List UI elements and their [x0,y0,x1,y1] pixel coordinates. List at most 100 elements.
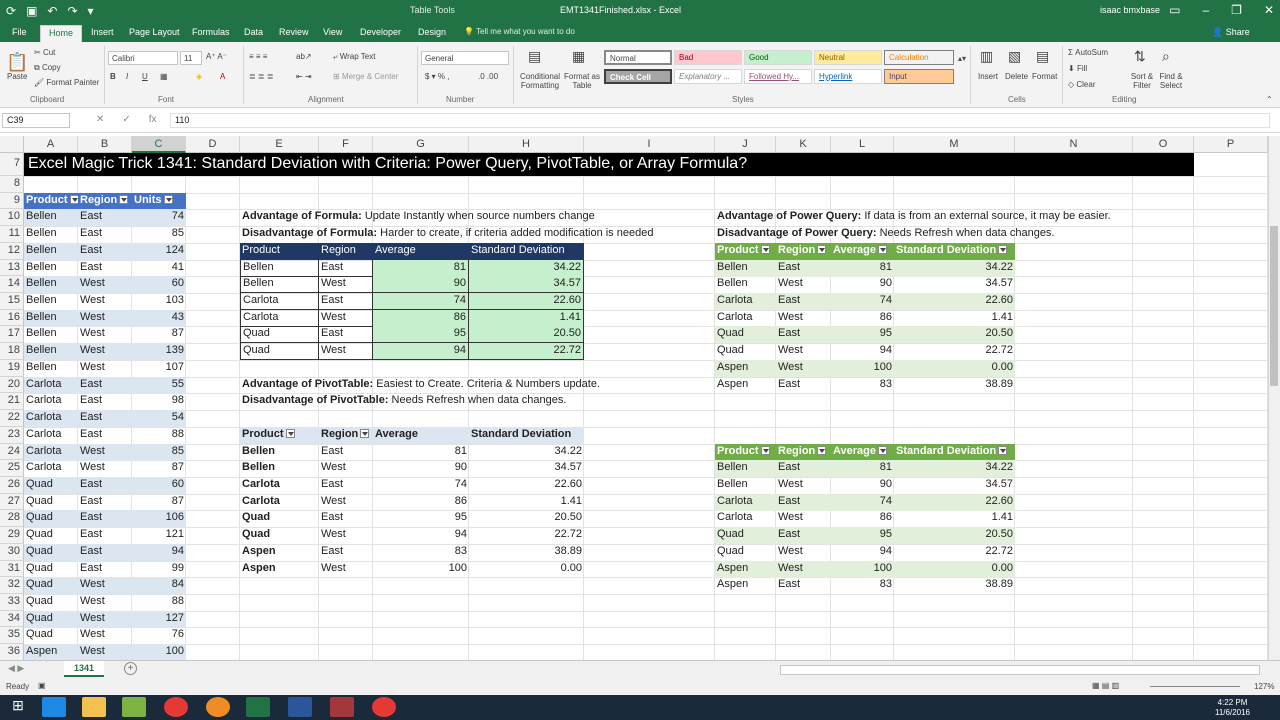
filter-dropdown-icon[interactable] [285,429,295,439]
pq-cell[interactable]: Quad [715,343,776,360]
pq-cell[interactable]: 90 [831,477,894,494]
fill-color-icon[interactable]: ◈ [196,72,202,81]
row-header[interactable]: 17 [0,326,24,344]
table-cell[interactable]: Bellen [24,326,78,343]
pivot-cell[interactable]: Carlota [240,494,319,511]
font-name-select[interactable]: Calibri [108,51,178,65]
table-cell[interactable]: West [78,326,132,343]
table-cell[interactable]: 85 [132,226,186,243]
table-header[interactable]: Units [132,192,186,210]
filter-dropdown-icon[interactable] [163,195,173,205]
filter-dropdown-icon[interactable] [69,195,78,205]
fill-button[interactable]: ⬇ Fill [1068,64,1087,73]
windows-start-icon[interactable]: ⊞ [6,697,30,717]
pq-cell[interactable]: Quad [715,527,776,545]
pivot-cell[interactable]: Bellen [240,460,319,477]
pq-cell[interactable]: 95 [831,326,894,344]
filter-dropdown-icon[interactable] [360,429,370,439]
table-cell[interactable]: 87 [132,326,186,343]
table-cell[interactable]: 74 [132,209,186,227]
row-header[interactable]: 11 [0,226,24,243]
row-header[interactable]: 32 [0,577,24,594]
pq-cell[interactable]: 86 [831,310,894,327]
pq-cell[interactable]: East [776,259,831,277]
table-header[interactable]: Region [78,192,132,210]
table-cell[interactable]: 76 [132,627,186,644]
table-cell[interactable]: West [78,460,132,477]
tab-view[interactable]: View [323,27,342,37]
table-cell[interactable]: Quad [24,610,78,628]
table-cell[interactable]: 94 [373,343,469,361]
row-header[interactable]: 33 [0,594,24,611]
table-cell[interactable]: Bellen [24,309,78,327]
table-cell[interactable]: East [78,393,132,410]
pq-cell[interactable]: West [776,477,831,494]
table-cell[interactable]: West [78,577,132,595]
pivot-cell[interactable]: 83 [373,544,469,561]
copy-button[interactable]: ⧉ Copy [34,63,61,73]
table-cell[interactable]: East [78,494,132,511]
pq-cell[interactable]: West [776,510,831,527]
pivot-cell[interactable]: East [319,544,373,561]
pq-cell[interactable]: 22.60 [894,493,1015,511]
row-header[interactable]: 23 [0,426,24,444]
table-header[interactable]: Product [24,192,78,210]
tab-page-layout[interactable]: Page Layout [129,27,180,37]
paste-icon[interactable]: 📋 [6,52,28,73]
pivot-cell[interactable]: 90 [373,460,469,477]
access-icon[interactable] [330,697,354,717]
format-as-table-button[interactable]: Format as Table [562,72,602,90]
pq-cell[interactable]: Quad [715,544,776,561]
pivot-header[interactable]: Product [240,426,319,444]
table-cell[interactable]: East [78,209,132,227]
table-cell[interactable]: Carlota [24,410,78,428]
pq-cell[interactable]: West [776,343,831,360]
table-cell[interactable]: Aspen [24,644,78,660]
format-cells-icon[interactable]: ▤ [1036,48,1049,65]
pq-cell[interactable]: West [776,359,831,377]
decimal-icon[interactable]: .0 .00 [478,72,498,81]
pq-cell[interactable]: 22.60 [894,293,1015,311]
italic-button[interactable]: I [126,72,128,81]
pq-cell[interactable]: West [776,560,831,578]
table-cell[interactable]: 106 [132,510,186,528]
pq-header[interactable]: Standard Deviation [894,242,1015,260]
filter-dropdown-icon[interactable] [760,245,770,255]
table-cell[interactable]: East [78,543,132,561]
tab-data[interactable]: Data [244,27,263,37]
table-cell[interactable]: 86 [373,309,469,327]
app-icon[interactable] [122,697,146,717]
vertical-scrollbar[interactable] [1268,136,1280,660]
row-header[interactable]: 34 [0,610,24,628]
table-header[interactable]: Standard Deviation [469,242,584,260]
chrome2-icon[interactable] [372,697,396,717]
pq-cell[interactable]: 83 [831,577,894,594]
pq-cell[interactable]: 94 [831,544,894,561]
app2-icon[interactable] [206,697,230,717]
table-cell[interactable]: Quad [24,494,78,511]
excel-icon[interactable] [246,697,270,717]
style-input[interactable]: Input [884,69,954,84]
table-cell[interactable]: 34.57 [469,276,584,294]
pq-cell[interactable]: 20.50 [894,326,1015,344]
save-icon[interactable]: ▣ [26,4,37,18]
filter-dropdown-icon[interactable] [817,446,827,456]
table-cell[interactable]: Bellen [24,293,78,310]
table-cell[interactable]: Bellen [24,209,78,227]
pivot-cell[interactable]: 0.00 [469,561,584,578]
table-cell[interactable]: West [78,644,132,660]
pq-header[interactable]: Average [831,242,894,260]
sheet-nav-icon[interactable]: ◀ ▶ [8,663,24,674]
word-icon[interactable] [288,697,312,717]
pivot-cell[interactable]: West [319,561,373,578]
column-header[interactable]: B [78,136,132,153]
style-followed-hyperlink[interactable]: Followed Hy... [744,69,812,84]
table-cell[interactable]: 127 [132,610,186,628]
pivot-cell[interactable]: East [319,510,373,527]
pq-cell[interactable]: 22.72 [894,343,1015,360]
row-header[interactable]: 27 [0,493,24,511]
styles-scroll-icon[interactable]: ▴▾ [958,54,966,63]
clock[interactable]: 4:22 PM 11/6/2016 [1215,698,1250,718]
row-header[interactable]: 14 [0,276,24,294]
pq-cell[interactable]: 38.89 [894,377,1015,394]
